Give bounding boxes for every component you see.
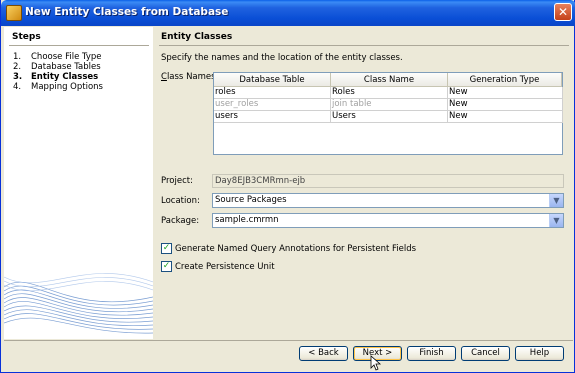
panel-divider — [159, 45, 569, 46]
steps-panel: Steps 1. Choose File Type 2. Database Tabl… — [4, 27, 154, 339]
title-bar[interactable]: New Entity Classes from Database ✕ — [1, 0, 575, 26]
package-label: Package: — [161, 216, 200, 226]
named-query-checkbox-label[interactable]: Generate Named Query Annotations for Per… — [175, 244, 416, 254]
check-icon: ✓ — [162, 243, 171, 253]
button-bar-divider — [4, 340, 573, 341]
database-table-cell[interactable]: roles — [214, 87, 331, 99]
column-header-generation-type[interactable]: Generation Type — [448, 73, 562, 87]
location-label: Location: — [161, 196, 200, 206]
persistence-unit-checkbox-label[interactable]: Create Persistence Unit — [175, 262, 275, 272]
package-value[interactable]: sample.cmrmn — [215, 215, 279, 225]
decorative-waves-image — [4, 273, 153, 334]
cancel-button[interactable]: Cancel — [461, 346, 510, 361]
step-label: Choose File Type — [31, 52, 102, 62]
help-button[interactable]: Help — [515, 346, 564, 361]
close-button[interactable]: ✕ — [554, 3, 572, 21]
steps-title: Steps — [12, 32, 41, 42]
persistence-unit-checkbox[interactable]: ✓ — [161, 261, 172, 272]
steps-divider — [9, 45, 149, 46]
dialog-window: New Entity Classes from Database ✕ Steps… — [0, 0, 575, 373]
back-button[interactable]: < Back — [299, 346, 348, 361]
project-label: Project: — [161, 176, 193, 186]
step-label: Entity Classes — [31, 72, 99, 82]
table-row[interactable]: roles Roles New — [214, 87, 563, 99]
app-icon — [6, 5, 22, 21]
window-title: New Entity Classes from Database — [25, 6, 229, 18]
database-table-cell[interactable]: users — [214, 111, 331, 123]
entity-classes-table[interactable]: Database Table Class Name Generation Typ… — [213, 72, 563, 155]
persistence-unit-checkbox-row[interactable]: ✓ Create Persistence Unit — [161, 261, 275, 272]
panel-description: Specify the names and the location of th… — [161, 53, 403, 63]
named-query-checkbox[interactable]: ✓ — [161, 243, 172, 254]
class-names-label: Class Names: — [161, 72, 219, 82]
step-item: 4. Mapping Options — [13, 82, 103, 92]
named-query-checkbox-row[interactable]: ✓ Generate Named Query Annotations for Pe… — [161, 243, 416, 254]
location-value: Source Packages — [215, 195, 287, 205]
column-header-database-table[interactable]: Database Table — [214, 73, 331, 87]
step-item-current: 3. Entity Classes — [13, 72, 98, 82]
step-number: 4. — [13, 82, 22, 92]
step-item: 1. Choose File Type — [13, 52, 102, 62]
entity-classes-panel: Entity Classes Specify the names and the… — [153, 27, 573, 339]
generation-type-cell[interactable]: New — [448, 87, 563, 99]
check-icon: ✓ — [162, 261, 171, 271]
generation-type-cell[interactable]: New — [448, 111, 563, 123]
table-row[interactable]: user_roles join table New — [214, 99, 563, 111]
step-number: 1. — [13, 52, 22, 62]
column-header-class-name[interactable]: Class Name — [331, 73, 448, 87]
chevron-down-icon[interactable]: ▼ — [549, 214, 563, 227]
table-row[interactable]: users Users New — [214, 111, 563, 123]
finish-button[interactable]: Finish — [407, 346, 456, 361]
location-dropdown[interactable]: Source Packages ▼ — [212, 193, 564, 208]
step-number: 3. — [13, 72, 23, 82]
step-number: 2. — [13, 62, 22, 72]
step-item: 2. Database Tables — [13, 62, 101, 72]
class-name-cell[interactable]: join table — [331, 99, 448, 111]
mouse-pointer-icon — [370, 355, 382, 371]
panel-title: Entity Classes — [161, 32, 233, 42]
step-label: Database Tables — [31, 62, 101, 72]
step-label: Mapping Options — [31, 82, 103, 92]
project-field: Day8EJB3CMRmn-ejb — [212, 174, 564, 188]
package-combobox[interactable]: sample.cmrmn ▼ — [212, 213, 564, 228]
close-icon: ✕ — [557, 5, 569, 19]
class-name-cell[interactable]: Users — [331, 111, 448, 123]
chevron-down-icon[interactable]: ▼ — [549, 194, 563, 207]
generation-type-cell[interactable]: New — [448, 99, 563, 111]
database-table-cell[interactable]: user_roles — [214, 99, 331, 111]
class-name-cell[interactable]: Roles — [331, 87, 448, 99]
